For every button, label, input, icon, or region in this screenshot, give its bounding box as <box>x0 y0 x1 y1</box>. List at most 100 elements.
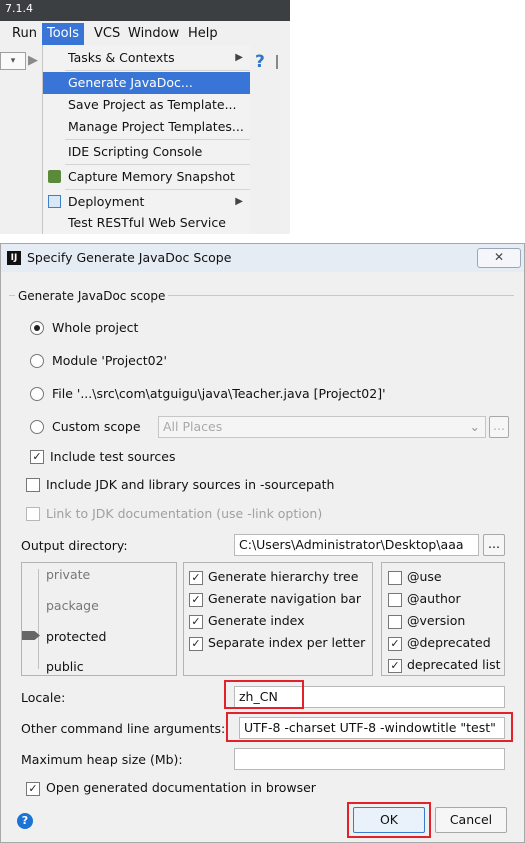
radio-label-whole-project: Whole project <box>52 320 139 335</box>
menu-item-label: Manage Project Templates... <box>68 119 244 134</box>
visibility-slider-track <box>38 569 39 669</box>
custom-scope-value: All Places <box>163 419 223 434</box>
close-button[interactable]: ✕ <box>477 248 521 268</box>
menu-item-save-template[interactable]: Save Project as Template... <box>43 94 251 116</box>
highlight-other-args <box>226 712 513 742</box>
checkbox-deprecated[interactable]: ✓ <box>388 637 402 651</box>
radio-label-module: Module 'Project02' <box>52 353 167 368</box>
cancel-button[interactable]: Cancel <box>435 807 507 833</box>
menu-item-deployment[interactable]: Deployment ▶ <box>43 191 251 213</box>
visibility-panel: private package protected public <box>21 562 177 676</box>
memory-snapshot-icon <box>48 170 61 183</box>
checkbox-navigation-bar[interactable]: ✓ <box>189 593 203 607</box>
submenu-arrow-icon: ▶ <box>235 52 243 63</box>
menu-tools[interactable]: Tools <box>42 23 85 45</box>
highlight-ok <box>347 802 431 838</box>
highlight-locale <box>224 680 304 709</box>
menu-item-tasks-contexts[interactable]: Tasks & Contexts ▶ <box>43 47 251 69</box>
label-separate-index: Separate index per letter <box>208 635 366 650</box>
submenu-arrow-icon: ▶ <box>235 196 243 207</box>
radio-custom-scope[interactable] <box>30 420 44 434</box>
visibility-public[interactable]: public <box>46 659 84 674</box>
menu-separator <box>65 70 251 71</box>
menu-separator <box>65 139 251 140</box>
menu-item-capture-memory[interactable]: Capture Memory Snapshot <box>43 166 251 188</box>
menu-item-label: Tasks & Contexts <box>68 50 175 65</box>
label-hierarchy-tree: Generate hierarchy tree <box>208 569 359 584</box>
ide-menu-screenshot: 7.1.4 Run Tools VCS Window Help ▾ ▶ Task… <box>0 0 290 234</box>
deployment-icon <box>48 195 61 208</box>
visibility-protected[interactable]: protected <box>46 629 106 644</box>
custom-scope-combo[interactable]: All Places ⌄ <box>158 416 486 438</box>
label-deprecated: @deprecated <box>407 635 491 650</box>
label-open-browser: Open generated documentation in browser <box>46 780 316 795</box>
checkbox-hierarchy-tree[interactable]: ✓ <box>189 571 203 585</box>
label-navigation-bar: Generate navigation bar <box>208 591 362 606</box>
scope-group-title: Generate JavaDoc scope <box>15 289 169 303</box>
label-use: @use <box>407 569 442 584</box>
dialog-title: Specify Generate JavaDoc Scope <box>27 250 232 265</box>
menu-run[interactable]: Run <box>12 26 37 41</box>
label-version: @version <box>407 613 466 628</box>
checkbox-include-test-sources[interactable]: ✓ <box>30 450 44 464</box>
checkbox-generate-index[interactable]: ✓ <box>189 615 203 629</box>
radio-module[interactable] <box>30 354 44 368</box>
run-icon[interactable]: ▶ <box>28 53 38 68</box>
menu-item-generate-javadoc[interactable]: Generate JavaDoc... <box>43 72 251 94</box>
dialog-titlebar: IJ Specify Generate JavaDoc Scope ✕ <box>1 244 524 272</box>
chevron-down-icon: ⌄ <box>469 419 480 434</box>
menu-item-manage-templates[interactable]: Manage Project Templates... <box>43 116 251 138</box>
label-include-test-sources: Include test sources <box>50 449 176 464</box>
ide-version: 7.1.4 <box>5 2 33 15</box>
checkbox-separate-index[interactable]: ✓ <box>189 637 203 651</box>
label-locale: Locale: <box>21 690 66 705</box>
menu-item-label: Save Project as Template... <box>68 97 237 112</box>
custom-scope-browse-button[interactable]: ... <box>489 416 509 438</box>
menu-item-label: Deployment <box>68 194 145 209</box>
menu-help[interactable]: Help <box>188 26 218 41</box>
visibility-package[interactable]: package <box>46 598 99 613</box>
menu-item-label: Capture Memory Snapshot <box>68 169 235 184</box>
checkbox-include-jdk[interactable] <box>26 478 40 492</box>
checkbox-open-browser[interactable]: ✓ <box>26 782 40 796</box>
output-directory-input[interactable]: C:\Users\Administrator\Desktop\aaa <box>234 534 479 556</box>
radio-label-custom-scope: Custom scope <box>52 419 141 434</box>
label-link-jdk: Link to JDK documentation (use -link opt… <box>46 506 323 521</box>
label-output-directory: Output directory: <box>21 538 128 553</box>
menu-item-test-restful[interactable]: Test RESTful Web Service <box>43 212 251 234</box>
menu-item-label: IDE Scripting Console <box>68 144 203 159</box>
intellij-icon: IJ <box>7 251 21 265</box>
checkbox-author[interactable] <box>388 593 402 607</box>
menu-vcs[interactable]: VCS <box>94 26 120 41</box>
checkbox-deprecated-list[interactable]: ✓ <box>388 659 402 673</box>
generate-options-panel: ✓ Generate hierarchy tree ✓ Generate nav… <box>183 562 373 676</box>
help-icon[interactable]: ? <box>17 813 33 829</box>
menu-item-label: Generate JavaDoc... <box>68 75 193 90</box>
menu-item-ide-scripting-console[interactable]: IDE Scripting Console <box>43 141 251 163</box>
label-generate-index: Generate index <box>208 613 305 628</box>
close-icon: ✕ <box>493 250 505 264</box>
menu-item-label: Test RESTful Web Service <box>68 215 226 230</box>
menu-separator <box>65 164 251 165</box>
max-heap-input[interactable] <box>234 748 505 770</box>
toolbar-fragment: ▾ ▶ <box>0 50 38 70</box>
radio-file[interactable] <box>30 387 44 401</box>
radio-label-file: File '...\src\com\atguigu\java\Teacher.j… <box>52 386 386 401</box>
menu-bar: Run Tools VCS Window Help <box>0 23 290 45</box>
radio-whole-project[interactable] <box>30 321 44 335</box>
toolbar-divider <box>276 55 278 69</box>
output-directory-browse-button[interactable]: ... <box>483 534 505 556</box>
run-config-dropdown[interactable]: ▾ <box>0 52 26 70</box>
help-question-icon[interactable]: ? <box>255 52 265 72</box>
checkbox-use[interactable] <box>388 571 402 585</box>
toolbar-right-fragment: ? <box>250 45 290 234</box>
tag-options-panel: @use @author @version ✓ @deprecated ✓ de… <box>381 562 505 676</box>
javadoc-scope-dialog: IJ Specify Generate JavaDoc Scope ✕ Gene… <box>0 243 525 843</box>
tools-menu: Tasks & Contexts ▶ Generate JavaDoc... S… <box>42 45 251 234</box>
checkbox-version[interactable] <box>388 615 402 629</box>
menu-separator <box>65 189 251 190</box>
label-author: @author <box>407 591 461 606</box>
visibility-private[interactable]: private <box>46 567 90 582</box>
checkbox-link-jdk[interactable] <box>26 507 40 521</box>
menu-window[interactable]: Window <box>128 26 179 41</box>
